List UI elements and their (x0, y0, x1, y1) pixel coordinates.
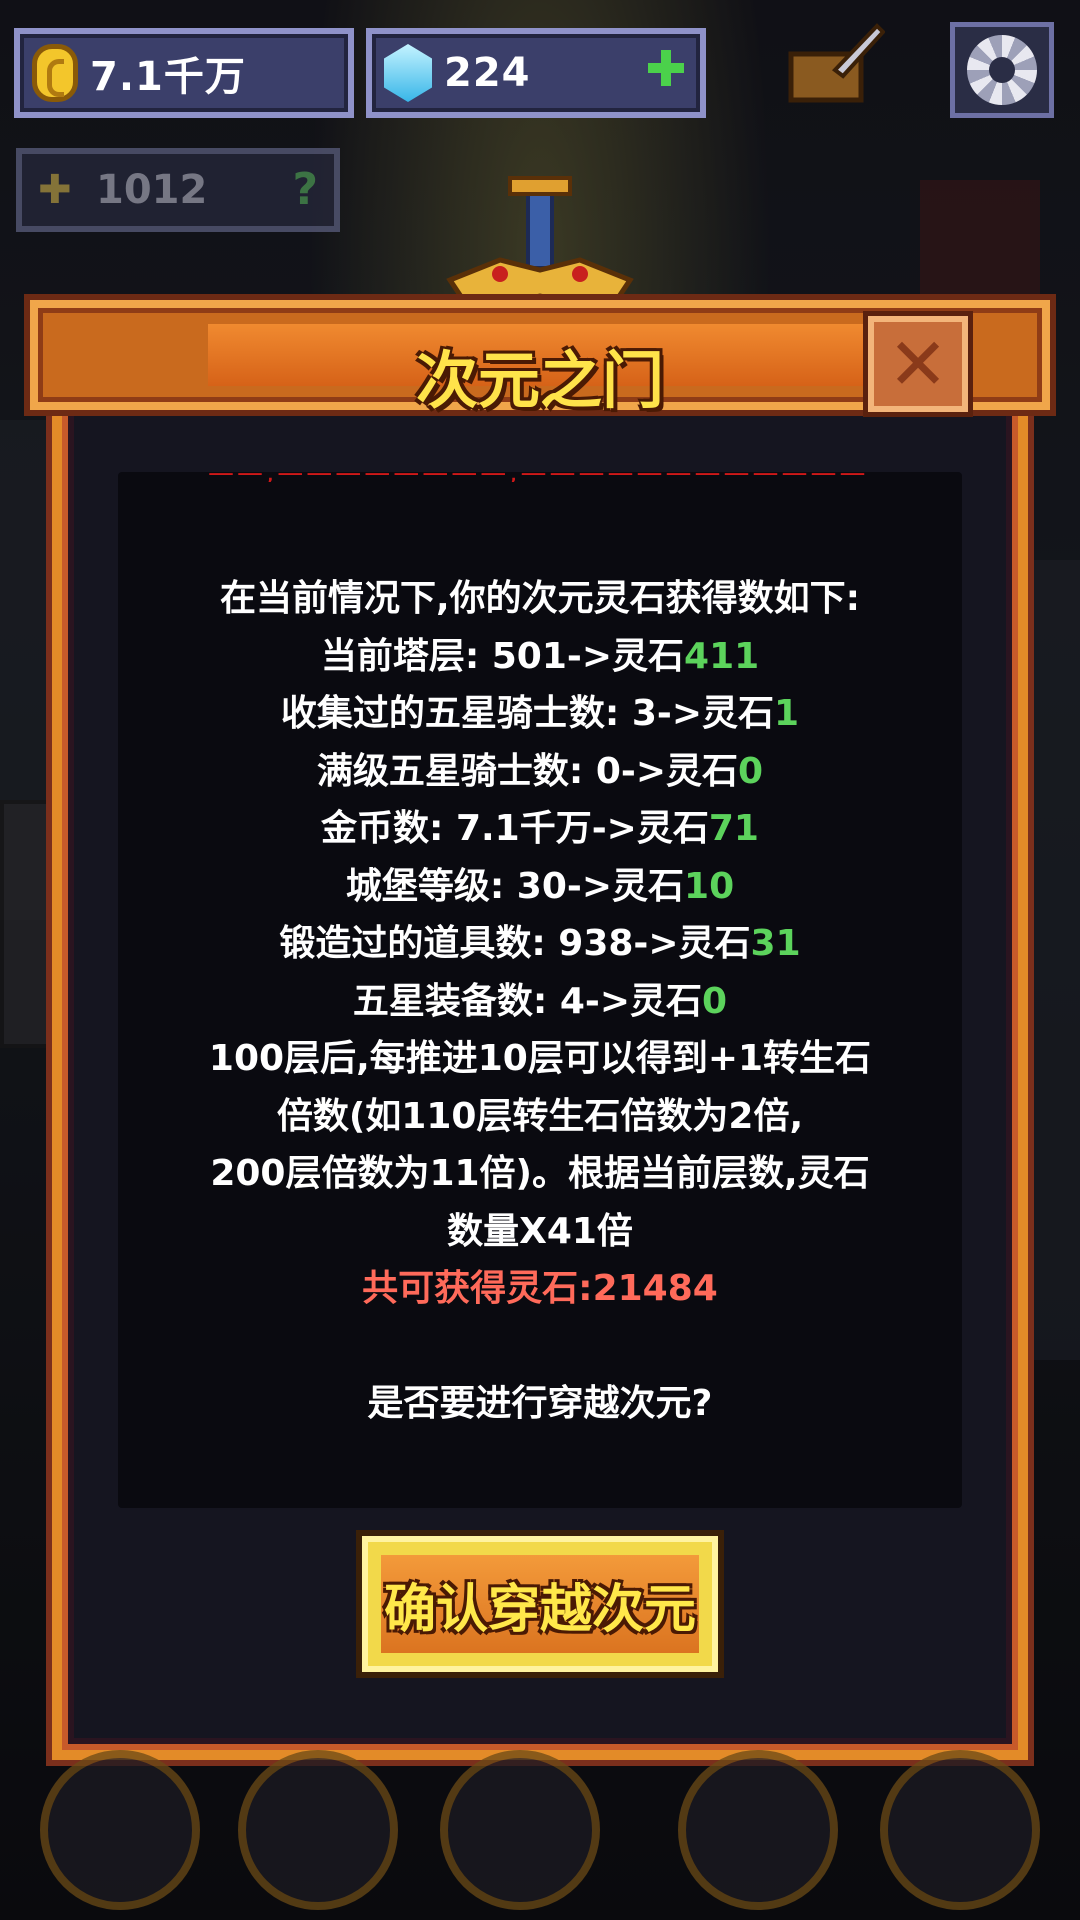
quill-icon[interactable] (785, 20, 886, 110)
text-line: 五星装备数: 4->灵石0 (118, 973, 962, 1031)
gem-amount: 224 (444, 50, 531, 96)
text-segment: 200层倍数为11倍)。根据当前层数,灵石 (210, 1153, 870, 1194)
nav-button-map[interactable] (880, 1750, 1040, 1910)
nav-button-home[interactable] (440, 1750, 600, 1910)
text-line: 金币数: 7.1千万->灵石71 (118, 800, 962, 858)
text-line: 倍数(如110层转生石倍数为2倍, (118, 1088, 962, 1146)
text-line (118, 1318, 962, 1376)
settings-button[interactable] (950, 22, 1054, 118)
text-line: 城堡等级: 30->灵石10 (118, 858, 962, 916)
text-segment: 满级五星骑士数: 0->灵石 (316, 750, 739, 792)
help-icon[interactable]: ? (292, 164, 318, 215)
text-line: 锻造过的道具数: 938->灵石31 (118, 915, 962, 973)
gear-icon (967, 35, 1037, 105)
text-segment: 城堡等级: 30->灵石 (345, 865, 685, 907)
power-icon: ✚ (38, 167, 72, 213)
gold-amount: 7.1千万 (90, 54, 246, 100)
text-line: 共可获得灵石:21484 (118, 1260, 962, 1318)
close-icon: ✕ (887, 322, 949, 406)
confirm-button-face: 确认穿越次元 (381, 1555, 699, 1653)
power-counter: ✚ 1012 ? (16, 148, 340, 232)
text-segment: 五星装备数: 4->灵石 (352, 980, 703, 1022)
text-segment: 收集过的五星骑士数: 3->灵石 (280, 693, 775, 734)
text-segment: 金币数: 7.1千万->灵石 (321, 808, 709, 849)
coin-icon (32, 44, 78, 102)
nav-button-forge[interactable] (678, 1750, 838, 1910)
reward-value: 0 (738, 750, 764, 792)
confirm-button[interactable]: 确认穿越次元 (362, 1536, 718, 1672)
quill-icon (788, 23, 886, 103)
text-segment: 是否要进行穿越次元? (367, 1383, 713, 1424)
nav-button-book[interactable] (40, 1750, 200, 1910)
text-line: 数量X41倍 (118, 1203, 962, 1261)
confirm-label: 确认穿越次元 (383, 1578, 696, 1640)
text-line: 100层后,每推进10层可以得到+1转生石 (118, 1030, 962, 1088)
nav-button-inventory[interactable] (238, 1750, 398, 1910)
text-line: 在当前情况下,你的次元灵石获得数如下: (118, 570, 962, 628)
text-line: 200层倍数为11倍)。根据当前层数,灵石 (118, 1145, 962, 1203)
gold-counter: 7.1千万 (14, 28, 354, 118)
truncated-text: ——,————————,——————————————, (208, 472, 868, 482)
text-segment: 数量X41倍 (447, 1210, 633, 1252)
text-segment: 锻造过的道具数: 938->灵石 (279, 923, 751, 964)
reward-value: 411 (684, 635, 760, 677)
text-line: 当前塔层: 501->灵石411 (118, 628, 962, 686)
text-segment: 当前塔层: 501->灵石 (320, 635, 685, 677)
total-reward: 共可获得灵石:21484 (362, 1268, 718, 1309)
reward-value: 1 (774, 693, 800, 734)
gem-icon (384, 44, 432, 102)
reward-value: 10 (684, 865, 735, 907)
text-segment: 倍数(如110层转生石倍数为2倍, (276, 1095, 804, 1137)
text-line: 是否要进行穿越次元? (118, 1375, 962, 1433)
content-panel[interactable]: ——,————————,——————————————, 在当前情况下,你的次元灵… (118, 472, 962, 1508)
text-segment: 100层后,每推进10层可以得到+1转生石 (208, 1038, 872, 1079)
reward-value: 31 (750, 923, 801, 964)
gem-counter: 224 (366, 28, 706, 118)
power-amount: 1012 (96, 167, 208, 213)
reward-breakdown: 在当前情况下,你的次元灵石获得数如下: 当前塔层: 501->灵石411 收集过的五… (118, 570, 962, 1433)
game-screen: 7.1千万 224 ✚ 1012 ? 次元之门 ✕ 在当前情况下,你的次元灵石获… (0, 0, 1080, 1920)
close-button[interactable]: ✕ (868, 316, 968, 412)
text-segment: 在当前情况下,你的次元灵石获得数如下: (219, 578, 861, 619)
plus-icon[interactable] (648, 50, 684, 86)
text-line: 收集过的五星骑士数: 3->灵石1 (118, 685, 962, 743)
reward-value: 0 (702, 980, 728, 1022)
text-line: 满级五星骑士数: 0->灵石0 (118, 743, 962, 801)
reward-value: 71 (708, 808, 759, 849)
